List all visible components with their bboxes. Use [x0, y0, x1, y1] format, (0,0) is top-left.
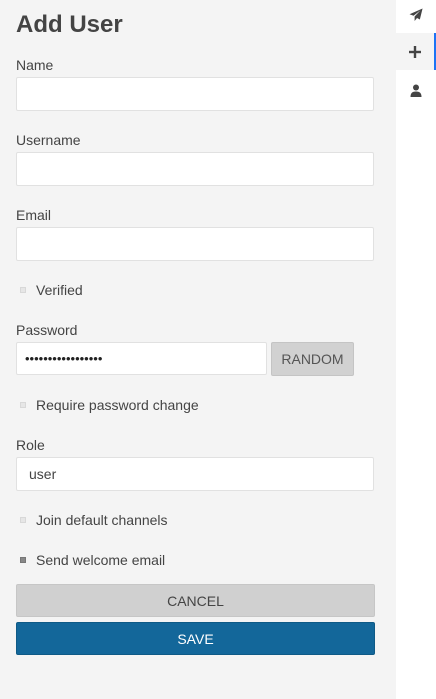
role-label: Role: [16, 437, 45, 453]
rail-item-add-user[interactable]: [396, 33, 436, 70]
require-password-change-label: Require password change: [36, 397, 199, 413]
role-field[interactable]: [16, 457, 374, 491]
password-label: Password: [16, 322, 78, 338]
verified-checkbox[interactable]: [20, 287, 26, 293]
send-welcome-email-label: Send welcome email: [36, 552, 166, 568]
join-default-channels-label: Join default channels: [36, 512, 168, 528]
rail-item-send[interactable]: [396, 0, 436, 33]
email-label: Email: [16, 207, 52, 223]
join-default-channels-row[interactable]: Join default channels: [16, 510, 168, 530]
password-field[interactable]: •••••••••••••••••: [16, 342, 267, 375]
page-title: Add User: [16, 11, 123, 38]
cancel-button[interactable]: CANCEL: [16, 584, 375, 617]
user-icon: [410, 84, 422, 97]
rail-item-user[interactable]: [396, 72, 436, 108]
email-field[interactable]: [16, 227, 374, 261]
join-default-channels-checkbox[interactable]: [20, 517, 26, 523]
save-button[interactable]: SAVE: [16, 622, 375, 655]
username-field[interactable]: [16, 152, 374, 186]
password-value: •••••••••••••••••: [25, 351, 103, 366]
send-welcome-email-checkbox[interactable]: [20, 557, 26, 563]
name-label: Name: [16, 57, 54, 73]
send-icon: [409, 8, 423, 21]
random-password-button[interactable]: RANDOM: [271, 342, 354, 376]
plus-icon: [409, 45, 421, 58]
send-welcome-email-row[interactable]: Send welcome email: [16, 550, 165, 570]
verified-label: Verified: [36, 282, 83, 298]
right-toolbar: [396, 0, 436, 699]
verified-row[interactable]: Verified: [16, 280, 83, 300]
name-field[interactable]: [16, 77, 374, 111]
add-user-panel: Add User Name Username Email Verified Pa…: [0, 0, 396, 699]
require-password-change-checkbox[interactable]: [20, 402, 26, 408]
require-password-change-row[interactable]: Require password change: [16, 395, 199, 415]
username-label: Username: [16, 132, 81, 148]
